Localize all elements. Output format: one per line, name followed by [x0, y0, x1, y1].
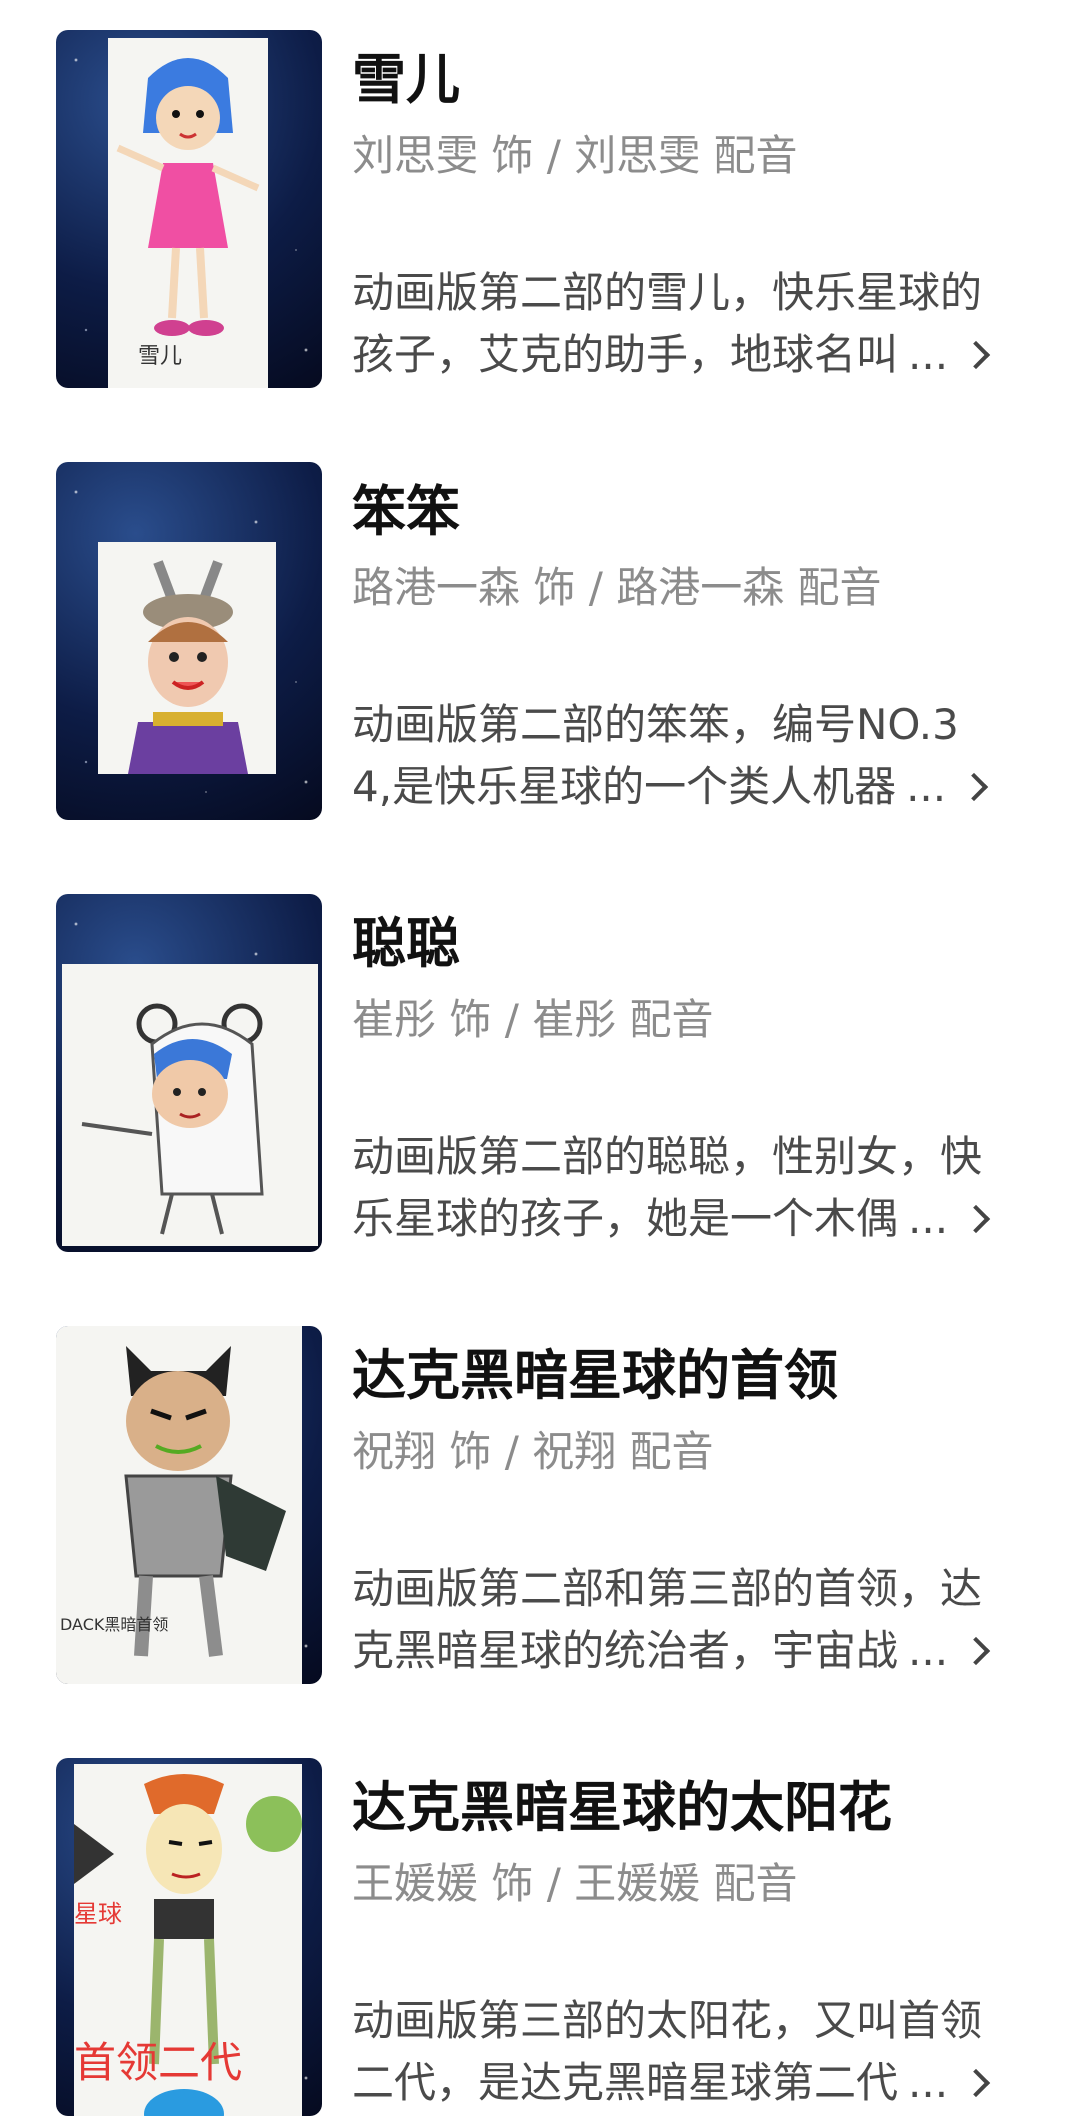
character-description[interactable]: 动画版第二部的笨笨，编号NO.3 4,是快乐星球的一个类人机器 ...	[352, 694, 1032, 818]
character-cast: 刘思雯 饰 / 刘思雯 配音	[352, 131, 798, 180]
description-line-2: 乐星球的孩子，她是一个木偶 ...	[352, 1188, 1032, 1250]
ellipsis: ...	[908, 1194, 949, 1243]
description-line-2-text: 孩子，艾克的助手，地球名叫	[352, 330, 899, 379]
character-description[interactable]: 动画版第二部的聪聪，性别女，快 乐星球的孩子，她是一个木偶 ...	[352, 1126, 1032, 1250]
chevron-right-icon[interactable]	[961, 2068, 991, 2098]
description-line-2-text: 二代，是达克黑暗星球第二代	[352, 2058, 899, 2107]
drawing-signature: 雪儿	[138, 344, 183, 369]
chevron-right-icon[interactable]	[961, 340, 991, 370]
character-name: 达克黑暗星球的太阳花	[352, 1776, 892, 1839]
character-cast: 王媛媛 饰 / 王媛媛 配音	[352, 1859, 798, 1908]
character-list: 雪儿 雪儿 刘思雯 饰 / 刘思雯 配音 动画版第二部的雪儿，快乐星球的 孩子，…	[0, 0, 1080, 2117]
ellipsis: ...	[908, 330, 949, 379]
description-line-2-text: 乐星球的孩子，她是一个木偶	[352, 1194, 899, 1243]
drawing-signature: DACK黑暗首领	[60, 1615, 169, 1634]
character-thumbnail[interactable]: 雪儿	[56, 30, 322, 388]
cartoon-girl-drawing	[116, 58, 260, 336]
character-card[interactable]: 星球 首领二代 达克黑暗星球的太阳花 王媛媛 饰 / 王媛媛 配音 动画版第三部…	[0, 1728, 1080, 2116]
chevron-right-icon[interactable]	[961, 1636, 991, 1666]
description-line-2-text: 克黑暗星球的统治者，宇宙战	[352, 1626, 899, 1675]
cartoon-robot-drawing	[128, 560, 248, 774]
character-card[interactable]: 笨笨 路港一森 饰 / 路港一森 配音 动画版第二部的笨笨，编号NO.3 4,是…	[0, 432, 1080, 820]
character-thumbnail[interactable]: DACK黑暗首领	[56, 1326, 322, 1684]
character-name: 达克黑暗星球的首领	[352, 1344, 838, 1407]
drawing-label-bottom: 首领二代	[74, 2038, 243, 2087]
description-line-1: 动画版第二部和第三部的首领，达	[352, 1564, 983, 1613]
ellipsis: ...	[908, 2058, 949, 2107]
character-card[interactable]: 聪聪 崔彤 饰 / 崔彤 配音 动画版第二部的聪聪，性别女，快 乐星球的孩子，她…	[0, 864, 1080, 1252]
character-thumbnail[interactable]	[56, 894, 322, 1252]
description-line-2: 克黑暗星球的统治者，宇宙战 ...	[352, 1620, 1032, 1682]
description-line-1: 动画版第三部的太阳花，又叫首领	[352, 1996, 983, 2045]
character-cast: 路港一森 饰 / 路港一森 配音	[352, 563, 882, 612]
ellipsis: ...	[906, 762, 947, 811]
character-card[interactable]: 雪儿 雪儿 刘思雯 饰 / 刘思雯 配音 动画版第二部的雪儿，快乐星球的 孩子，…	[0, 0, 1080, 388]
drawing-paper	[98, 542, 276, 774]
description-line-2: 孩子，艾克的助手，地球名叫 ...	[352, 324, 1032, 386]
character-description[interactable]: 动画版第二部和第三部的首领，达 克黑暗星球的统治者，宇宙战 ...	[352, 1558, 1032, 1682]
character-description[interactable]: 动画版第二部的雪儿，快乐星球的 孩子，艾克的助手，地球名叫 ...	[352, 262, 1032, 386]
character-thumbnail[interactable]: 星球 首领二代	[56, 1758, 322, 2116]
character-name: 聪聪	[352, 912, 460, 975]
ellipsis: ...	[908, 1626, 949, 1675]
character-description[interactable]: 动画版第三部的太阳花，又叫首领 二代，是达克黑暗星球第二代 ...	[352, 1990, 1032, 2114]
description-line-1: 动画版第二部的笨笨，编号NO.3	[352, 700, 959, 749]
character-thumbnail[interactable]	[56, 462, 322, 820]
drawing-paper: 星球 首领二代	[74, 1764, 302, 2116]
description-line-2: 4,是快乐星球的一个类人机器 ...	[352, 756, 1032, 818]
character-name: 笨笨	[352, 480, 460, 543]
drawing-paper	[62, 964, 318, 1246]
description-line-1: 动画版第二部的聪聪，性别女，快	[352, 1132, 983, 1181]
cartoon-puppet-drawing	[81, 1003, 264, 1235]
character-cast: 祝翔 饰 / 祝翔 配音	[352, 1427, 714, 1476]
drawing-paper: DACK黑暗首领	[56, 1326, 302, 1684]
character-cast: 崔彤 饰 / 崔彤 配音	[352, 995, 714, 1044]
chevron-right-icon[interactable]	[961, 1204, 991, 1234]
description-line-1: 动画版第二部的雪儿，快乐星球的	[352, 268, 983, 317]
description-line-2-text: 4,是快乐星球的一个类人机器	[352, 762, 897, 811]
character-card[interactable]: DACK黑暗首领 达克黑暗星球的首领 祝翔 饰 / 祝翔 配音 动画版第二部和第…	[0, 1296, 1080, 1684]
character-name: 雪儿	[352, 48, 460, 111]
drawing-paper: 雪儿	[108, 38, 268, 388]
drawing-label-top: 星球	[74, 1900, 122, 1928]
chevron-right-icon[interactable]	[959, 772, 989, 802]
description-line-2: 二代，是达克黑暗星球第二代 ...	[352, 2052, 1032, 2114]
